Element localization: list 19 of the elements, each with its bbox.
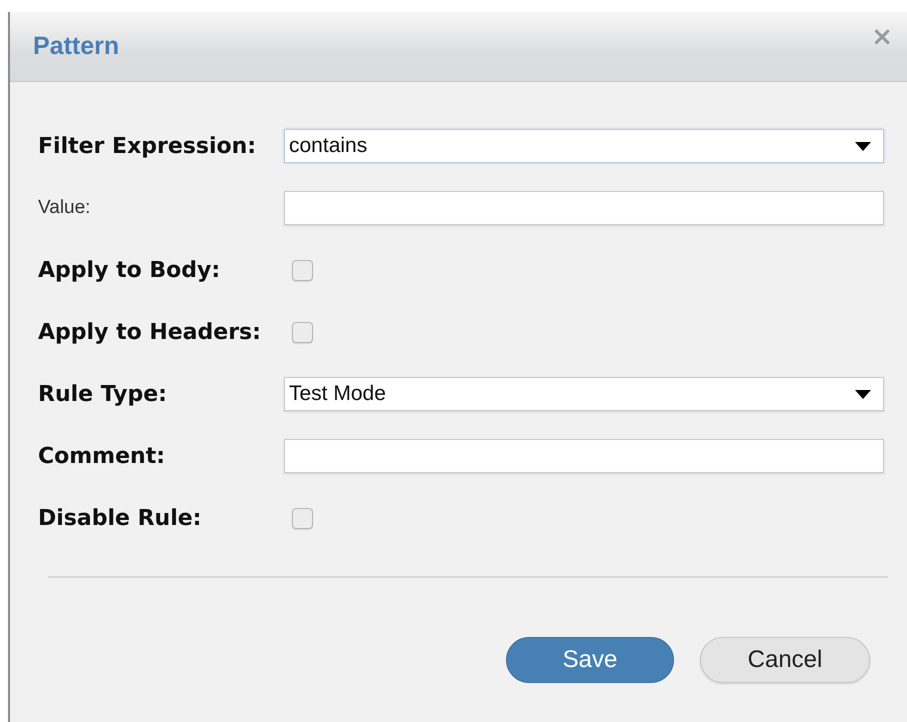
field-label: Rule Type: bbox=[38, 382, 168, 406]
save-button[interactable]: Save bbox=[506, 637, 674, 683]
dropdown-field[interactable]: contains bbox=[284, 129, 884, 163]
field-label: Apply to Headers: bbox=[38, 320, 262, 344]
caret-icon bbox=[855, 142, 871, 150]
field-label: Value: bbox=[38, 197, 92, 219]
input-field[interactable] bbox=[284, 439, 884, 473]
checkbox[interactable] bbox=[292, 322, 313, 342]
checkbox[interactable] bbox=[292, 508, 313, 528]
cancel-button[interactable]: Cancel bbox=[700, 637, 870, 683]
checkbox[interactable] bbox=[292, 260, 313, 280]
field-label: Comment: bbox=[38, 444, 166, 468]
dropdown-field[interactable]: Test Mode bbox=[284, 377, 884, 411]
field-label: Apply to Body: bbox=[38, 258, 222, 282]
field-label: Filter Expression: bbox=[38, 134, 258, 158]
field-label: Disable Rule: bbox=[38, 506, 202, 530]
dialog-title: Pattern bbox=[33, 32, 120, 61]
caret-icon bbox=[855, 390, 871, 398]
input-field[interactable] bbox=[284, 191, 884, 225]
